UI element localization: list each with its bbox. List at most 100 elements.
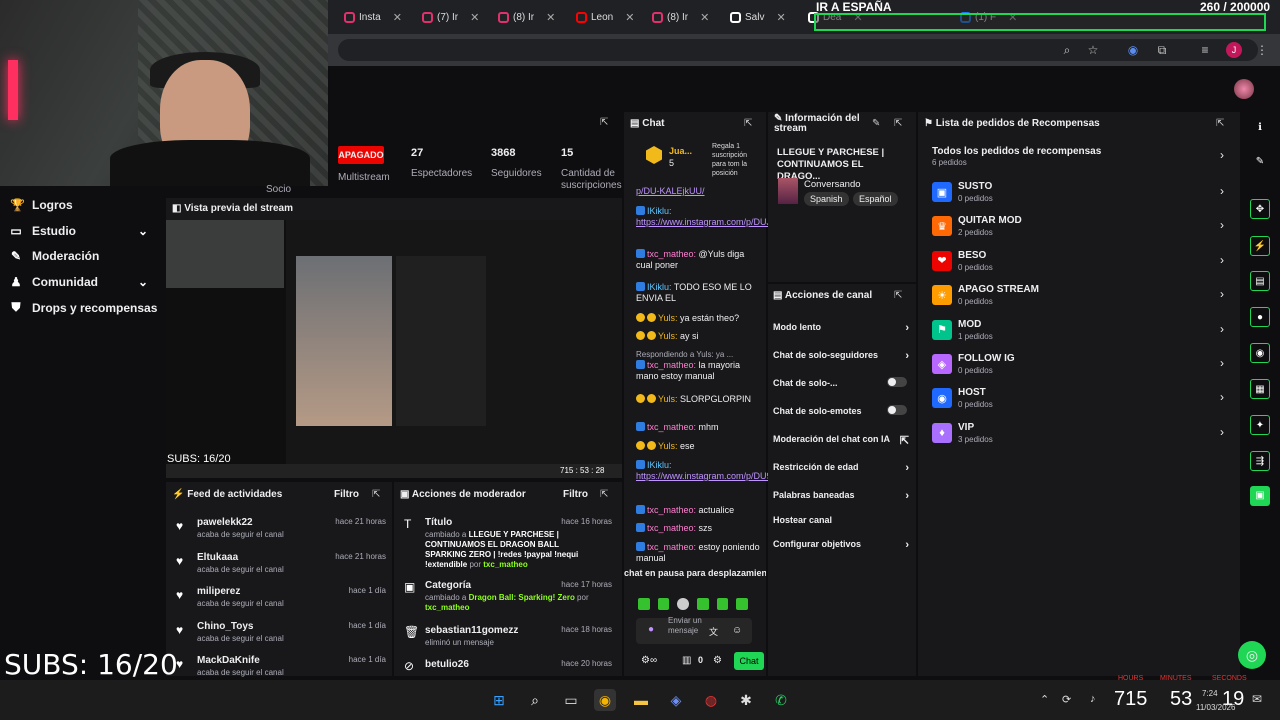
feed-item[interactable]: ♥ pawelekk22 acaba de seguir el canal hace … (176, 517, 386, 549)
bookmark-star-icon[interactable]: ☆ (1085, 42, 1101, 58)
channel-action-item[interactable]: Modo lento › (773, 322, 909, 334)
tray-app-icon[interactable]: ⟳ (1062, 693, 1071, 706)
chat-username[interactable]: txc_matheo: (647, 422, 696, 432)
layout-icon[interactable]: ▦ (1250, 379, 1270, 399)
mod-detail-user[interactable]: txc_matheo (425, 603, 469, 612)
settings-icon[interactable]: ✱ (735, 689, 757, 711)
lightning-icon[interactable]: ⚡ (1250, 236, 1270, 256)
feed-item[interactable]: ♥ Eltukaaa acaba de seguir el canal hace 21… (176, 552, 386, 584)
channel-action-item[interactable]: Chat de solo-emotes (773, 405, 909, 416)
close-tab-icon[interactable]: ✕ (470, 11, 479, 24)
multistream-label[interactable]: Multistream (338, 172, 390, 183)
reward-row[interactable]: ☀ APAGO STREAM 0 pedidos › (932, 283, 1224, 313)
mic-tray-icon[interactable]: ♪ (1090, 693, 1096, 705)
chat-username[interactable]: txc_matheo: (647, 249, 696, 259)
close-tab-icon[interactable]: ✕ (776, 11, 785, 24)
chat-tools-icon[interactable]: ⚙∞ (641, 655, 657, 666)
info-icon[interactable]: ℹ (1250, 118, 1270, 138)
chat-username[interactable]: Yuls: (658, 394, 678, 404)
mic-icon[interactable]: ● (648, 624, 654, 635)
chat-message[interactable]: txc_matheo: estoy poniendo manual (636, 542, 762, 564)
emote-icon[interactable] (716, 598, 729, 610)
chat-message[interactable]: Yuls: ese (636, 441, 762, 452)
nav-item[interactable]: ✎ Moderación (10, 249, 99, 263)
search-icon[interactable]: ⌕ (524, 689, 546, 711)
puzzle-icon[interactable]: ⧉ (1154, 42, 1170, 58)
menu-icon[interactable]: ⋮ (1254, 42, 1270, 58)
chat-message[interactable]: IKiklu: TODO ESO ME LO ENVIA EL (636, 282, 762, 304)
translate-icon[interactable]: 文 (709, 625, 718, 638)
chat-username[interactable]: IKiklu: (647, 460, 672, 470)
channel-points-icon[interactable]: ▥ (682, 655, 691, 666)
browser-tab[interactable]: Salv ✕ (730, 6, 786, 28)
emote-icon[interactable] (657, 598, 670, 610)
feed-filter-button[interactable]: Filtro (334, 489, 359, 500)
chat-message[interactable]: txc_matheo: la mayoria mano estoy manual (636, 360, 762, 382)
feed-popout-icon[interactable]: ⇱ (372, 489, 380, 500)
pencil-icon[interactable]: ✎ (1250, 152, 1270, 172)
chat-message[interactable]: txc_matheo: mhm (636, 422, 762, 433)
reward-row[interactable]: ⚑ MOD 1 pedidos › (932, 318, 1224, 348)
browser-tab[interactable]: (7) Ir ✕ (422, 6, 479, 28)
reward-row[interactable]: ▣ SUSTO 0 pedidos › (932, 180, 1224, 210)
chat-username[interactable]: Yuls: (658, 331, 678, 341)
zoom-icon[interactable]: ⌕ (1059, 42, 1075, 58)
chat-username[interactable]: IKiklu: (647, 282, 672, 292)
chat-paused-notice[interactable]: chat en pausa para desplazamiento (624, 568, 766, 578)
chat-username[interactable]: Yuls: (658, 441, 678, 451)
channel-action-item[interactable]: Chat de solo-... (773, 377, 909, 388)
emote-icon[interactable] (697, 598, 709, 610)
chat-message[interactable]: txc_matheo: szs (636, 523, 762, 534)
close-tab-icon[interactable]: ✕ (393, 11, 402, 24)
reward-row[interactable]: ◈ FOLLOW IG 0 pedidos › (932, 352, 1224, 382)
category-name[interactable]: Conversando (804, 179, 861, 190)
document-icon[interactable]: ▤ (1250, 271, 1270, 291)
reward-row[interactable]: ◉ HOST 0 pedidos › (932, 386, 1224, 416)
app-launcher-icon[interactable]: ◈ (665, 689, 687, 711)
chat-message[interactable]: IKiklu: https://www.instagram.com/p/DUJK… (636, 206, 817, 228)
chat-message[interactable]: IKiklu: https://www.instagram.com/p/DU9p… (636, 460, 820, 482)
reward-row[interactable]: ♦ VIP 3 pedidos › (932, 421, 1224, 451)
browser-tab[interactable]: Insta ✕ (344, 6, 402, 28)
share-icon[interactable]: ⇶ (1250, 451, 1270, 471)
browser-tab[interactable]: Leon ✕ (576, 6, 634, 28)
reward-row[interactable]: ❤ BESO 0 pedidos › (932, 249, 1224, 279)
emote-bar[interactable] (638, 598, 750, 612)
tag-spanish[interactable]: Spanish (804, 192, 849, 206)
chat-message[interactable]: Respondiendo a Yuls: ya ... (636, 349, 762, 360)
toggle-switch[interactable] (887, 405, 907, 415)
extension-icon[interactable]: ◉ (1125, 42, 1141, 58)
actions-popout-icon[interactable]: ⇱ (894, 290, 902, 301)
toggle-switch[interactable] (887, 377, 907, 387)
edit-info-icon[interactable]: ✎ (872, 118, 880, 129)
channel-action-item[interactable]: Moderación del chat con IA ⇱ (773, 434, 909, 447)
nav-item[interactable]: ⛊ Drops y recompensas (10, 300, 157, 315)
media-icon[interactable]: ≡ (1197, 42, 1213, 58)
info-popout-icon[interactable]: ⇱ (894, 118, 902, 129)
chat-username[interactable]: txc_matheo: (647, 542, 696, 552)
nav-item[interactable]: ▭ Estudio ⌄ (10, 224, 148, 238)
chat-message[interactable]: p/DU-KALEjkUU/ (636, 186, 762, 197)
chat-message[interactable]: Yuls: ya están theo? (636, 313, 762, 324)
stream-preview-video[interactable] (166, 220, 622, 478)
channel-action-item[interactable]: Palabras baneadas › (773, 490, 909, 502)
channel-action-item[interactable]: Restricción de edad › (773, 462, 909, 474)
browser-tab[interactable]: (8) Ir ✕ (652, 6, 709, 28)
windows-start-icon[interactable]: ⊞ (488, 689, 510, 711)
chat-text[interactable]: p/DU-KALEjkUU/ (636, 186, 705, 196)
popout-icon[interactable]: ⇱ (600, 117, 608, 128)
mod-popout-icon[interactable]: ⇱ (600, 489, 608, 500)
tray-chevron-icon[interactable]: ⌃ (1040, 693, 1049, 706)
chat-username[interactable]: txc_matheo: (647, 360, 696, 370)
mod-detail-user[interactable]: txc_matheo (483, 560, 527, 569)
browser-tab[interactable]: (8) Ir ✕ (498, 6, 555, 28)
chat-popout-icon[interactable]: ⇱ (744, 118, 752, 129)
file-explorer-icon[interactable]: ▬ (630, 689, 652, 711)
gift-user[interactable]: Jua... (669, 146, 692, 156)
chat-username[interactable]: IKiklu: (647, 206, 672, 216)
chat-send-button[interactable]: Chat (734, 652, 764, 670)
emoji-icon[interactable]: ☺ (732, 625, 742, 636)
nav-item[interactable]: ♟ Comunidad ⌄ (10, 275, 148, 289)
address-bar[interactable] (338, 39, 1258, 61)
channel-action-item[interactable]: Configurar objetivos › (773, 539, 909, 551)
